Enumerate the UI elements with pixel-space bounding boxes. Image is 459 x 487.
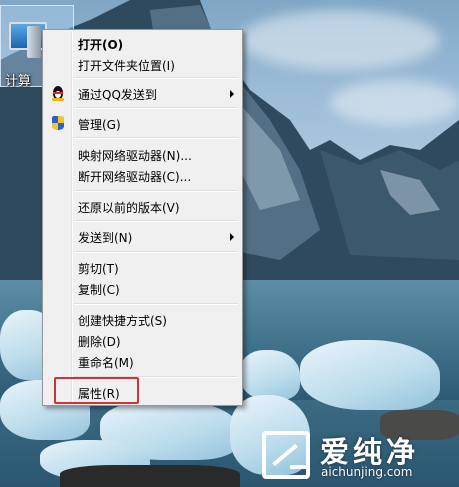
menu-item-restore-previous-versions[interactable]: 还原以前的版本(V) [45, 196, 240, 217]
menu-item-label: 通过QQ发送到 [78, 88, 157, 102]
context-menu: 打开(O) 打开文件夹位置(I) 通过QQ发送到 管理(G) 映射网络驱动器(N… [42, 29, 243, 406]
menu-item-copy[interactable]: 复制(C) [45, 278, 240, 299]
menu-separator [74, 303, 238, 305]
menu-item-rename[interactable]: 重命名(M) [45, 351, 240, 372]
menu-item-label: 打开文件夹位置(I) [78, 59, 175, 73]
submenu-arrow-icon [230, 233, 234, 241]
shore-rock [60, 465, 240, 487]
menu-separator [74, 190, 238, 192]
menu-item-delete[interactable]: 删除(D) [45, 330, 240, 351]
menu-item-disconnect-network-drive[interactable]: 断开网络驱动器(C)... [45, 165, 240, 186]
submenu-arrow-icon [230, 90, 234, 98]
menu-item-label: 重命名(M) [78, 356, 134, 370]
menu-item-send-to[interactable]: 发送到(N) [45, 226, 240, 247]
computer-tower-icon [27, 26, 41, 58]
menu-item-send-via-qq[interactable]: 通过QQ发送到 [45, 83, 240, 104]
qq-icon [50, 85, 66, 101]
menu-item-open-file-location[interactable]: 打开文件夹位置(I) [45, 54, 240, 75]
menu-item-open[interactable]: 打开(O) [45, 33, 240, 54]
menu-item-label: 映射网络驱动器(N)... [78, 149, 192, 163]
watermark-logo-icon [262, 431, 310, 479]
watermark-url: aichunjing.com [321, 465, 413, 479]
menu-item-create-shortcut[interactable]: 创建快捷方式(S) [45, 309, 240, 330]
menu-item-label: 复制(C) [78, 283, 120, 297]
menu-item-map-network-drive[interactable]: 映射网络驱动器(N)... [45, 144, 240, 165]
menu-item-label: 删除(D) [78, 335, 121, 349]
menu-separator [74, 220, 238, 222]
menu-item-label: 还原以前的版本(V) [78, 201, 180, 215]
menu-item-label: 管理(G) [78, 118, 121, 132]
menu-item-label: 发送到(N) [78, 231, 133, 245]
menu-separator [74, 251, 238, 253]
menu-item-label: 打开(O) [78, 38, 124, 52]
watermark: 爱纯净 aichunjing.com [255, 427, 455, 485]
desktop-icon-label: 计算 [5, 74, 32, 89]
menu-separator [74, 137, 238, 139]
menu-separator [74, 77, 238, 79]
menu-item-label: 剪切(T) [78, 262, 119, 276]
menu-item-label: 创建快捷方式(S) [78, 314, 167, 328]
menu-separator [74, 107, 238, 109]
ice-floe [240, 350, 300, 400]
menu-item-manage[interactable]: 管理(G) [45, 113, 240, 134]
ice-floe [300, 340, 440, 410]
menu-item-cut[interactable]: 剪切(T) [45, 257, 240, 278]
properties-highlight-box [54, 377, 139, 404]
menu-item-label: 断开网络驱动器(C)... [78, 170, 192, 184]
shield-icon [50, 115, 66, 131]
